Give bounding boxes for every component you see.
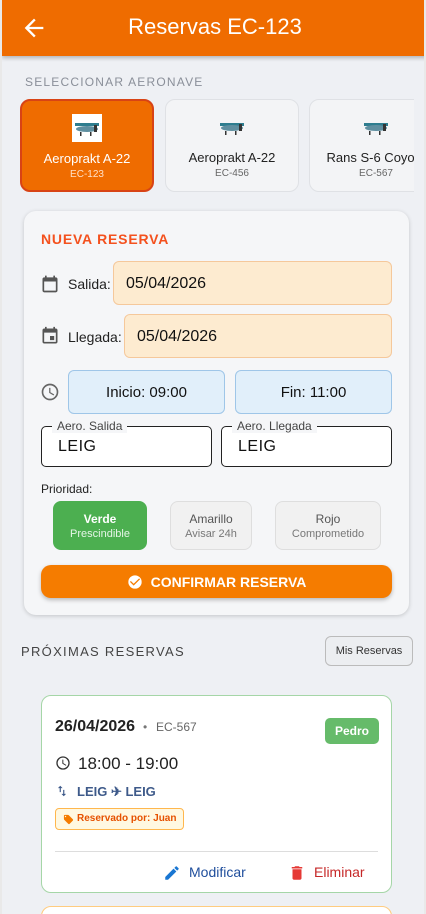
priority-desc: Avisar 24h	[185, 528, 237, 540]
start-time-button[interactable]: Inicio: 09:00	[68, 370, 225, 414]
aero-llegada-field[interactable]: Aero. Llegada LEIG	[221, 419, 392, 467]
aero-llegada-value: LEIG	[238, 438, 277, 455]
clock-icon	[41, 383, 59, 401]
airplane-icon	[220, 123, 244, 135]
confirm-label: CONFIRMAR RESERVA	[150, 574, 307, 590]
confirm-reservation-button[interactable]: CONFIRMAR RESERVA	[41, 565, 392, 598]
pencil-icon	[165, 866, 179, 880]
aircraft-name: Aeroprakt A-22	[188, 150, 276, 165]
swap-vertical-icon	[57, 785, 67, 797]
app-screen: Reservas EC-123 SELECCIONAR AERONAVE Aer…	[0, 0, 426, 914]
priority-label: Prioridad:	[41, 482, 93, 496]
delete-button[interactable]: Eliminar	[288, 864, 365, 880]
booked-by-text: Reservado por: Juan	[77, 813, 177, 824]
priority-desc: Prescindible	[70, 528, 130, 540]
aircraft-card-ec-567[interactable]: Rans S-6 Coyote EC-567	[309, 99, 414, 192]
airplane-icon	[72, 114, 102, 142]
priority-name: Verde	[83, 512, 117, 526]
clock-icon	[56, 756, 70, 770]
aircraft-reg: EC-456	[215, 168, 249, 179]
aero-salida-field[interactable]: Aero. Salida LEIG	[41, 419, 212, 467]
priority-desc: Comprometido	[291, 528, 365, 540]
aero-salida-label: Aero. Salida	[52, 419, 128, 433]
reservation-date: 26/04/2026	[55, 718, 136, 735]
aircraft-selector: Aeroprakt A-22 EC-123 Aeroprakt A-22 EC-…	[20, 99, 414, 193]
reservation-route: LEIG ✈ LEIG	[77, 784, 156, 799]
tag-icon	[63, 814, 74, 825]
llegada-label: Llegada:	[68, 329, 122, 345]
check-circle-icon	[127, 575, 142, 589]
reservation-aircraft-reg: EC-567	[156, 720, 197, 734]
reservation-time: 18:00 - 19:00	[78, 754, 179, 773]
app-bar: Reservas EC-123	[2, 0, 424, 56]
priority-verde-button[interactable]: Verde Prescindible	[53, 501, 147, 550]
aircraft-reg: EC-567	[359, 168, 393, 179]
new-reservation-card: NUEVA RESERVA Salida: 05/04/2026 Llegada…	[24, 211, 409, 615]
page-title: Reservas EC-123	[128, 14, 302, 39]
airplane-icon	[364, 123, 388, 135]
aero-salida-value: LEIG	[58, 438, 97, 455]
booked-by-badge: Reservado por: Juan	[55, 808, 185, 830]
mis-reservas-button[interactable]: Mis Reservas	[325, 636, 413, 666]
aircraft-reg: EC-123	[70, 169, 104, 180]
divider	[55, 851, 378, 852]
aircraft-section-label: SELECCIONAR AERONAVE	[25, 75, 204, 89]
pilot-badge: Pedro	[324, 718, 379, 744]
aircraft-name: Rans S-6 Coyote	[326, 150, 415, 165]
reservation-card[interactable]: 26/04/2026 • EC-567 Pedro 18:00 - 19:00 …	[41, 695, 392, 893]
form-title: NUEVA RESERVA	[41, 231, 170, 247]
aircraft-card-ec-123[interactable]: Aeroprakt A-22 EC-123	[20, 99, 154, 192]
salida-date-field[interactable]: 05/04/2026	[113, 261, 392, 305]
aircraft-name: Aeroprakt A-22	[43, 151, 131, 166]
salida-label: Salida:	[68, 276, 111, 292]
priority-name: Amarillo	[189, 512, 233, 526]
modify-button[interactable]: Modificar	[163, 864, 246, 880]
end-time-button[interactable]: Fin: 11:00	[235, 370, 392, 414]
calendar-event-icon	[42, 326, 58, 344]
reservation-card-next[interactable]	[41, 906, 392, 914]
aero-llegada-label: Aero. Llegada	[232, 419, 317, 433]
priority-rojo-button[interactable]: Rojo Comprometido	[275, 501, 381, 550]
upcoming-section-title: PRÓXIMAS RESERVAS	[21, 644, 185, 659]
llegada-date-field[interactable]: 05/04/2026	[124, 314, 392, 358]
trash-icon	[291, 866, 303, 880]
calendar-icon	[42, 275, 58, 293]
separator-dot: •	[143, 720, 148, 734]
priority-name: Rojo	[315, 512, 341, 526]
aircraft-card-ec-456[interactable]: Aeroprakt A-22 EC-456	[165, 99, 299, 192]
priority-amarillo-button[interactable]: Amarillo Avisar 24h	[170, 501, 252, 550]
